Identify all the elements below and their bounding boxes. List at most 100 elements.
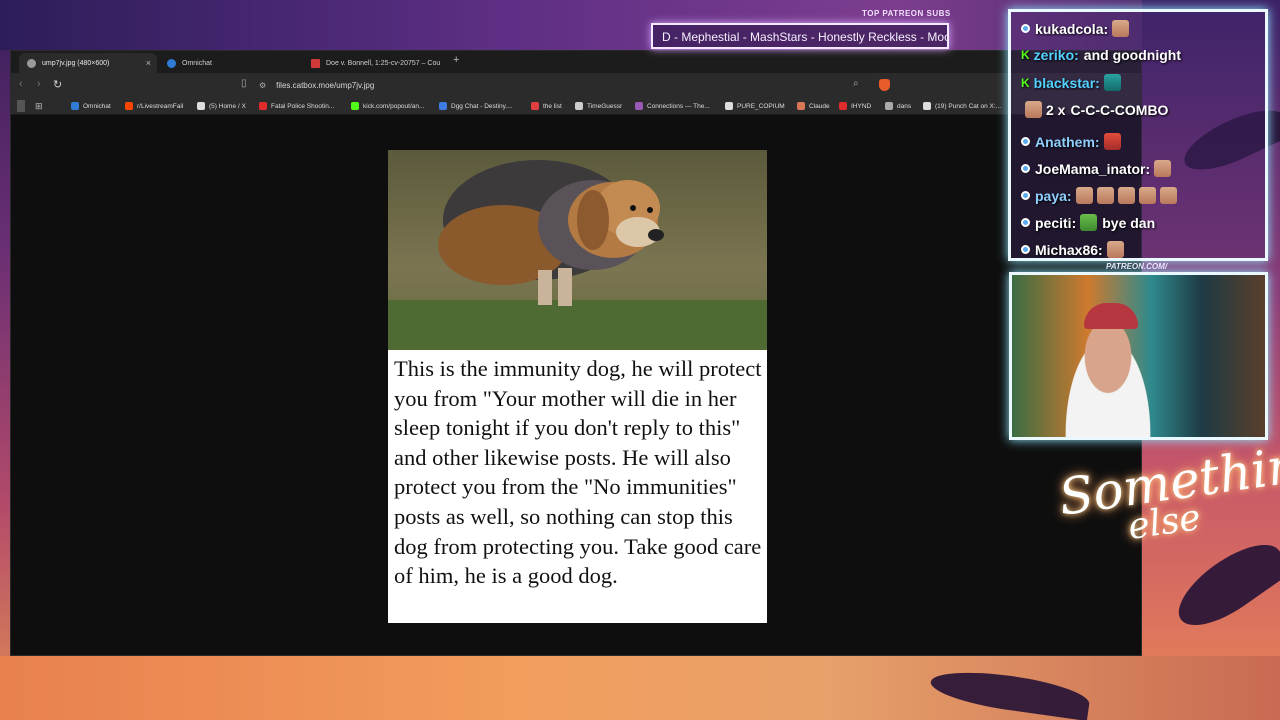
emote-icon: [1096, 187, 1114, 204]
address-bar[interactable]: ⚙ files.catbox.moe/ump7jv.jpg: [259, 76, 899, 94]
bookmark-item[interactable]: Dgg Chat - Destiny....: [439, 100, 513, 112]
emote-icon: [1075, 187, 1093, 204]
chat-username: blackstar:: [1033, 74, 1100, 91]
cap-shape: [1084, 303, 1138, 329]
close-icon[interactable]: ×: [146, 58, 151, 68]
bookmark-favicon-icon: [575, 102, 583, 110]
tab-court-document[interactable]: Doe v. Bonnell, 1:25-cv-20757 – Cou: [303, 53, 449, 73]
emote-icon: [1103, 74, 1121, 91]
chat-username: zeriko:: [1033, 47, 1079, 63]
bookmark-label: PURE_COPIUM: [737, 102, 785, 110]
bookmark-label: Fatal Police Shootin...: [271, 102, 335, 110]
chat-platform-icon: [1021, 164, 1030, 173]
bookmark-item[interactable]: r/LivestreamFail: [125, 100, 183, 112]
chat-overlay: kukadcola: Kzeriko: and goodnight Kblacksta…: [1008, 9, 1268, 261]
patreon-label: TOP PATREON SUBS: [862, 9, 951, 18]
back-icon[interactable]: ‹: [19, 78, 23, 90]
chat-platform-icon: [1021, 137, 1030, 146]
bookmark-item[interactable]: (19) Punch Cat on X:...: [923, 100, 1001, 112]
bookmark-label: TimeGuessr: [587, 102, 623, 110]
bookmark-label: kick.com/popout/an...: [363, 102, 425, 110]
bookmark-label: Dgg Chat - Destiny....: [451, 102, 513, 110]
navigation-toolbar: ‹ › ↻ ▯ ⚙ files.catbox.moe/ump7jv.jpg ⌕: [11, 73, 1141, 97]
patreon-ticker: D - Mephestial - MashStars - Honestly Re…: [651, 23, 949, 49]
reload-icon[interactable]: ↻: [53, 78, 62, 91]
new-tab-button[interactable]: +: [453, 54, 459, 66]
chat-message: Michax86:: [1021, 241, 1124, 258]
displayed-image: This is the immunity dog, he will protec…: [388, 150, 767, 623]
bookmark-favicon-icon: [439, 102, 447, 110]
bookmark-item[interactable]: PURE_COPIUM: [725, 100, 785, 112]
bookmark-favicon-icon: [725, 102, 733, 110]
chat-platform-icon: [1021, 191, 1030, 200]
bookmark-favicon-icon: [71, 102, 79, 110]
tab-label: Omnichat: [182, 59, 212, 67]
dog-photo: [388, 150, 767, 350]
patreon-url: PATREON.COM/: [1106, 262, 1168, 271]
chat-message: kukadcola:: [1021, 20, 1130, 37]
bookmark-favicon-icon: [923, 102, 931, 110]
tab-label: Doe v. Bonnell, 1:25-cv-20757 – Cou: [326, 59, 441, 67]
brave-shield-icon[interactable]: [879, 79, 890, 91]
logo-line-2: else: [1125, 497, 1204, 548]
tab-omnichat[interactable]: Omnichat: [159, 53, 299, 73]
bookmark-item[interactable]: Omnichat: [71, 100, 111, 112]
bookmark-favicon-icon: [635, 102, 643, 110]
image-caption: This is the immunity dog, he will protec…: [394, 356, 762, 589]
chat-text: C-C-C-COMBO: [1070, 101, 1169, 118]
chat-username: JoeMama_inator:: [1035, 160, 1151, 177]
zoom-icon[interactable]: ⌕: [853, 78, 859, 89]
chat-platform-icon: [1021, 218, 1030, 227]
bookmark-label: Claude: [809, 102, 830, 110]
grid-icon[interactable]: ⊞: [35, 100, 43, 112]
pdf-icon: [311, 58, 320, 68]
kick-badge-icon: K: [1021, 48, 1030, 62]
bookmark-item[interactable]: TimeGuessr: [575, 100, 622, 112]
bookmark-favicon-icon: [885, 102, 893, 110]
tab-bar: ump7jv.jpg (480×600) × Omnichat Doe v. B…: [11, 51, 1141, 73]
bookmark-item[interactable]: Claude: [797, 100, 830, 112]
emote-icon: [1159, 187, 1177, 204]
bookmark-item[interactable]: Fatal Police Shootin...: [259, 100, 334, 112]
bookmark-label: Omnichat: [83, 102, 111, 110]
streamer-figure: [1054, 311, 1162, 437]
bookmark-item[interactable]: kick.com/popout/an...: [351, 100, 424, 112]
apps-icon[interactable]: [17, 100, 25, 112]
chat-platform-icon: [1021, 245, 1030, 254]
chat-username: Anathem:: [1035, 133, 1100, 150]
bookmark-item[interactable]: dans: [885, 100, 911, 112]
emote-icon: [1112, 20, 1130, 37]
bookmark-item[interactable]: the list: [531, 100, 562, 112]
omnichat-icon: [167, 58, 176, 68]
chat-message: 2 x C-C-C-COMBO: [1021, 101, 1168, 118]
bookmark-label: (5) Home / X: [209, 102, 246, 110]
bookmark-favicon-icon: [259, 102, 267, 110]
chat-username: kukadcola:: [1035, 20, 1109, 37]
browser-window: ump7jv.jpg (480×600) × Omnichat Doe v. B…: [10, 50, 1142, 656]
bookmark-label: the list: [543, 102, 562, 110]
bookmark-icon[interactable]: ▯: [241, 78, 247, 89]
bookmark-label: (19) Punch Cat on X:...: [935, 102, 1002, 110]
chat-message: Kblackstar:: [1021, 74, 1121, 91]
something-else-logo: Something else: [1055, 431, 1280, 552]
forward-icon[interactable]: ›: [37, 78, 41, 90]
combo-emote-icon: [1025, 101, 1042, 118]
chat-text: and goodnight: [1083, 47, 1181, 63]
bookmarks-bar: ⊞ Omnichat r/LivestreamFail (5) Home / X Fa…: [11, 97, 1141, 115]
bookmark-label: r/LivestreamFail: [137, 102, 184, 110]
chat-platform-icon: [1021, 24, 1030, 33]
chat-message: Kzeriko: and goodnight: [1021, 47, 1181, 63]
bookmark-favicon-icon: [197, 102, 205, 110]
bookmark-favicon-icon: [531, 102, 539, 110]
chat-message: JoeMama_inator:: [1021, 160, 1172, 177]
bookmark-item[interactable]: IHYND: [839, 100, 871, 112]
tab-image[interactable]: ump7jv.jpg (480×600) ×: [19, 53, 157, 73]
bookmark-item[interactable]: (5) Home / X: [197, 100, 246, 112]
site-settings-icon[interactable]: ⚙: [259, 81, 266, 90]
bookmark-item[interactable]: Connections — The...: [635, 100, 710, 112]
page-viewport: This is the immunity dog, he will protec…: [11, 115, 1141, 655]
emote-icon: [1106, 241, 1124, 258]
bookmark-favicon-icon: [797, 102, 805, 110]
emote-icon: [1154, 160, 1172, 177]
chat-message: Anathem:: [1021, 133, 1121, 150]
